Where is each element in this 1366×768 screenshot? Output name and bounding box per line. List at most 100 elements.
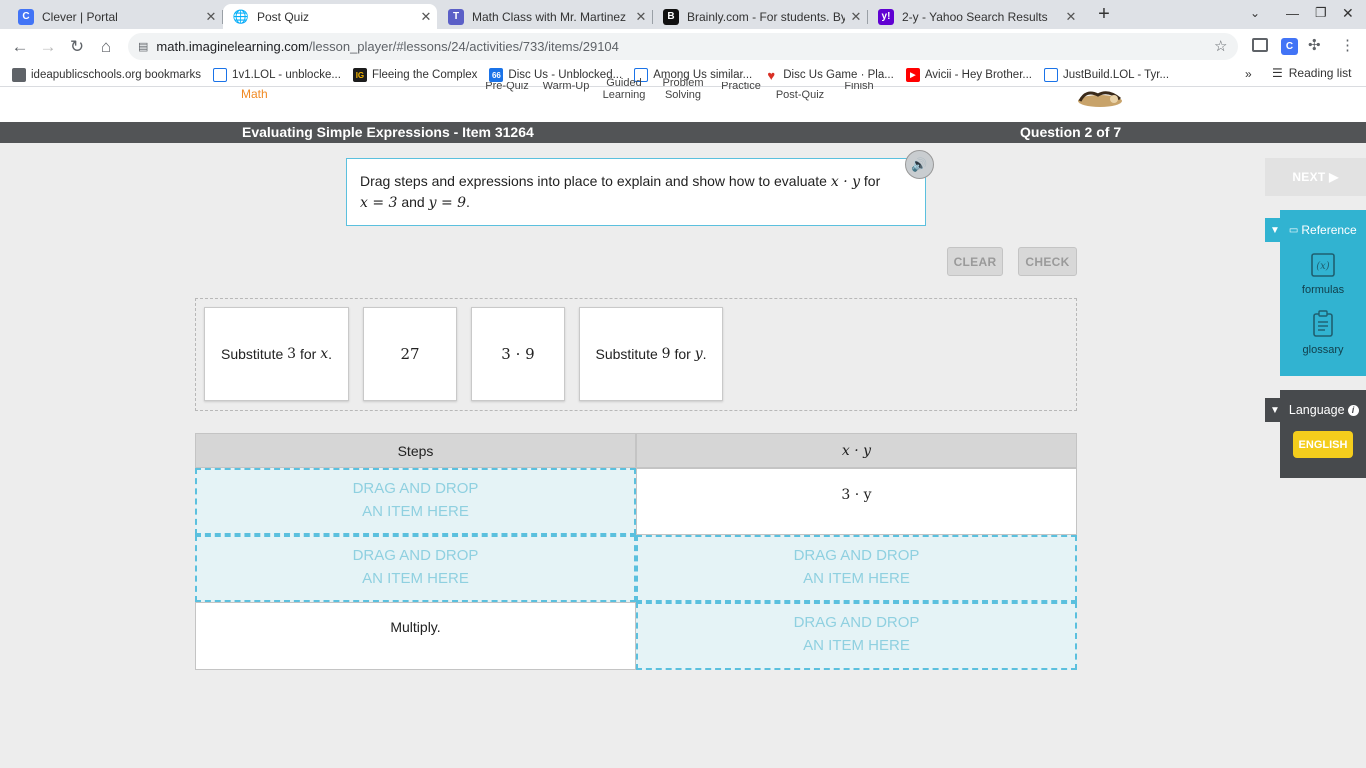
tab-title: Post Quiz [257, 9, 310, 24]
tab-title: 2-y - Yahoo Search Results [902, 9, 1048, 24]
reading-list-button[interactable]: ☰ Reading list [1272, 66, 1351, 80]
tab-yahoo[interactable]: y! 2-y - Yahoo Search Results ✕ [868, 4, 1082, 29]
cast-icon[interactable] [1252, 38, 1268, 52]
back-icon[interactable]: ← [8, 35, 32, 59]
speaker-icon: 🔊 [911, 156, 928, 172]
restore-icon[interactable]: ❐ [1315, 5, 1331, 21]
bookmark-item[interactable]: ideapublicschools.org bookmarks [12, 68, 201, 82]
site-info-icon[interactable]: ▤ [138, 40, 148, 53]
more-bookmarks-icon[interactable]: » [1245, 67, 1252, 81]
yahoo-icon: y! [878, 8, 894, 25]
bookmark-item[interactable]: IG Fleeing the Complex [352, 68, 477, 82]
bookmark-item[interactable]: ▶ Avicii - Hey Brother... [905, 68, 1032, 82]
page-icon [213, 68, 228, 82]
drop-zone-expression-3[interactable]: DRAG AND DROP AN ITEM HERE [636, 602, 1077, 670]
answer-tile-27[interactable]: 27 [363, 307, 457, 401]
formulas-button[interactable]: (x) formulas [1280, 252, 1366, 296]
brand-label: Math [241, 87, 268, 101]
game-icon: IG [352, 68, 367, 82]
close-icon[interactable]: ✕ [200, 9, 222, 25]
clever-extension-icon[interactable]: C [1281, 38, 1298, 55]
table-cell-step-3: Multiply. [195, 602, 636, 670]
tab-title: Brainly.com - For students. By st [687, 9, 845, 24]
nav-guided-learning[interactable]: Guided Learning [599, 77, 649, 109]
lesson-title: Evaluating Simple Expressions - Item 312… [242, 124, 534, 140]
answer-tile-substitute-x[interactable]: Substitute 3 for x. [204, 307, 349, 401]
language-toggle[interactable]: ▼ Language i [1265, 398, 1366, 422]
clear-button[interactable]: CLEAR [947, 247, 1003, 276]
folder-icon [12, 68, 26, 82]
reading-list-icon: ☰ [1272, 66, 1283, 80]
drop-zone-expression-2[interactable]: DRAG AND DROP AN ITEM HERE [636, 535, 1077, 602]
reference-book-icon: ▭ [1288, 224, 1299, 236]
nav-warm-up[interactable]: Warm-Up [542, 82, 590, 92]
globe-icon: 🌐 [232, 8, 250, 25]
glossary-button[interactable]: glossary [1280, 310, 1366, 356]
heart-icon: ♥ [767, 67, 776, 83]
new-tab-icon[interactable]: + [1092, 4, 1116, 26]
reload-icon[interactable]: ↻ [65, 35, 89, 59]
question-counter: Question 2 of 7 [1020, 124, 1122, 140]
triangle-down-icon: ▼ [1270, 224, 1280, 236]
extensions-icon[interactable]: ✣ [1308, 36, 1321, 54]
info-icon[interactable]: i [1347, 404, 1359, 416]
address-bar[interactable]: ▤ math.imaginelearning.com/lesson_player… [128, 33, 1238, 60]
lesson-title-bar: Evaluating Simple Expressions - Item 312… [0, 122, 1366, 143]
menu-icon[interactable]: ⋮ [1340, 36, 1355, 54]
close-icon[interactable]: ✕ [845, 9, 867, 25]
math-expression: x · y [830, 174, 861, 190]
mascot-image [1078, 91, 1122, 107]
table-cell-expression-1: 3 · y [636, 468, 1077, 535]
bookmark-item[interactable]: JustBuild.LOL - Tyr... [1043, 68, 1169, 82]
nav-post-quiz[interactable]: Post-Quiz [774, 89, 826, 101]
url-path: /lesson_player/#lessons/24/activities/73… [308, 39, 619, 54]
nav-problem-solving[interactable]: Problem Solving [660, 77, 706, 109]
youtube-icon: ▶ [905, 68, 920, 82]
english-language-button[interactable]: ENGLISH [1293, 431, 1353, 458]
drop-zone-step-1[interactable]: DRAG AND DROP AN ITEM HERE [195, 468, 636, 535]
bookmark-item[interactable]: 1v1.LOL - unblocke... [213, 68, 341, 82]
tab-brainly[interactable]: B Brainly.com - For students. By st ✕ [653, 4, 868, 29]
formulas-icon: (x) [1311, 253, 1335, 277]
tab-search-icon[interactable]: ⌄ [1250, 6, 1268, 20]
teams-icon: T [448, 8, 464, 25]
close-icon[interactable]: ✕ [1060, 9, 1082, 25]
question-prompt: Drag steps and expressions into place to… [346, 158, 926, 226]
tab-post-quiz[interactable]: 🌐 Post Quiz ✕ [223, 4, 437, 29]
reference-toggle[interactable]: ▼ ▭ Reference [1265, 218, 1366, 242]
window-close-icon[interactable]: ✕ [1342, 5, 1358, 22]
answer-tile-substitute-y[interactable]: Substitute 9 for y. [579, 307, 723, 401]
close-icon[interactable]: ✕ [415, 9, 437, 25]
page-icon: 66 [489, 68, 504, 82]
home-icon[interactable]: ⌂ [94, 35, 118, 59]
tab-title: Math Class with Mr. Martinez (6 [472, 9, 630, 24]
svg-text:(x): (x) [1316, 261, 1330, 272]
bookmark-item[interactable]: ♥ Disc Us Game · Pla... [764, 67, 893, 83]
forward-icon[interactable]: → [36, 35, 60, 59]
bookmark-star-icon[interactable]: ☆ [1214, 37, 1227, 55]
clever-icon: C [18, 8, 34, 25]
check-button[interactable]: CHECK [1018, 247, 1077, 276]
nav-practice[interactable]: Practice [718, 82, 764, 92]
next-button[interactable]: NEXT ▶ [1265, 158, 1366, 196]
nav-pre-quiz[interactable]: Pre-Quiz [485, 82, 529, 92]
tab-clever[interactable]: C Clever | Portal ✕ [8, 4, 223, 29]
brainly-icon: B [663, 8, 679, 25]
steps-table: Steps x · y DRAG AND DROP AN ITEM HERE 3 … [195, 433, 1077, 670]
page-icon [1043, 68, 1058, 82]
url-host: math.imaginelearning.com [156, 39, 309, 54]
math-expression: x = 3 [360, 195, 398, 211]
close-icon[interactable]: ✕ [630, 9, 652, 25]
math-expression: y = 9 [428, 195, 467, 211]
column-header-steps: Steps [195, 433, 636, 468]
audio-button[interactable]: 🔊 [905, 150, 934, 179]
tab-title: Clever | Portal [42, 9, 118, 24]
triangle-down-icon: ▼ [1270, 404, 1280, 416]
drop-zone-step-2[interactable]: DRAG AND DROP AN ITEM HERE [195, 535, 636, 602]
clipboard-icon [1313, 310, 1333, 337]
answer-tile-3-times-9[interactable]: 3 · 9 [471, 307, 565, 401]
nav-finish[interactable]: Finish [838, 82, 880, 92]
tab-teams[interactable]: T Math Class with Mr. Martinez (6 ✕ [438, 4, 653, 29]
minimize-icon[interactable]: — [1286, 6, 1302, 21]
column-header-expression: x · y [636, 433, 1077, 468]
